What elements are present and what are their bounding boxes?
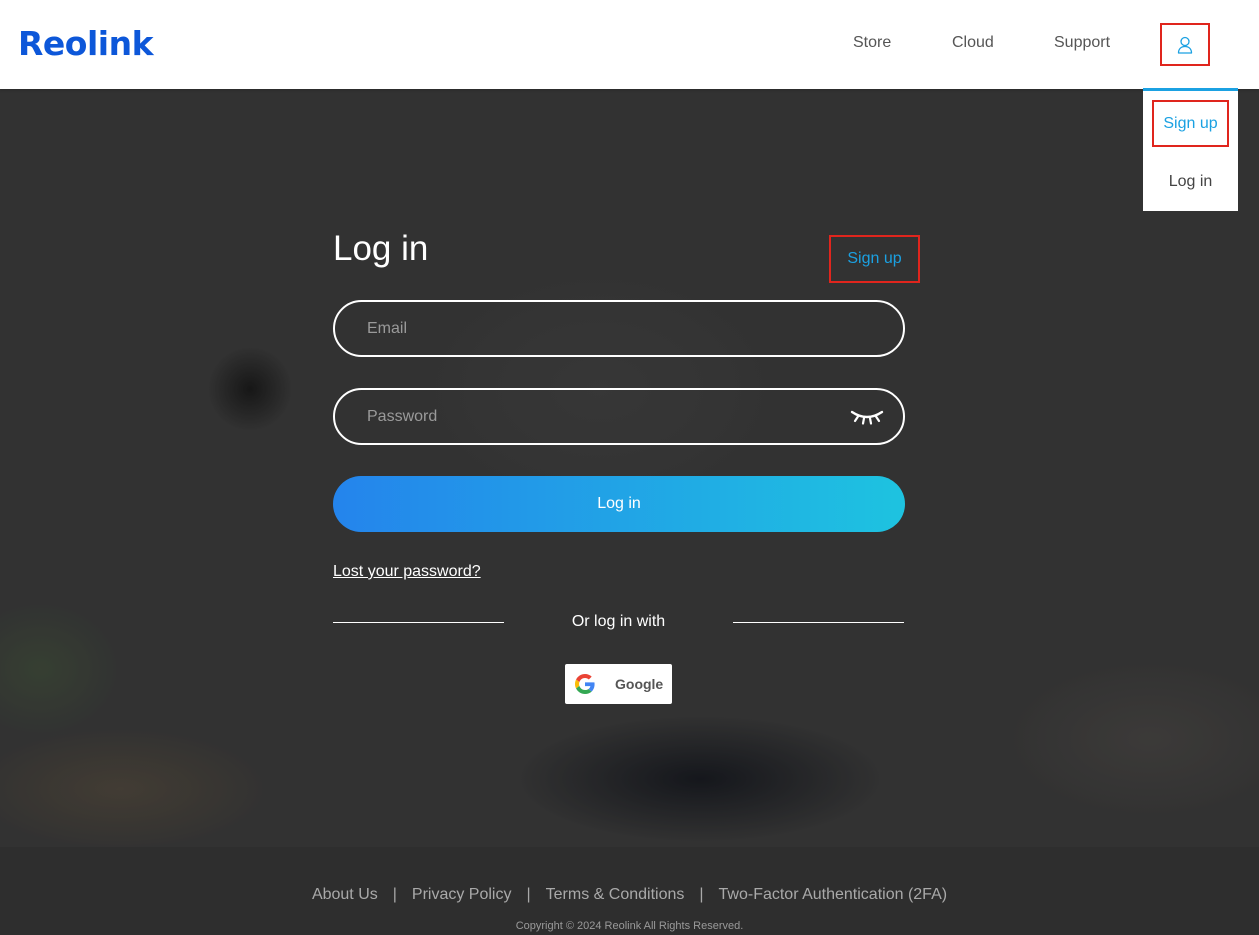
eye-closed-icon[interactable] — [849, 404, 885, 428]
google-icon — [575, 674, 595, 694]
email-input[interactable] — [367, 302, 847, 355]
copyright-text: Copyright © 2024 Reolink All Rights Rese… — [515, 920, 744, 932]
footer-separator: | — [392, 886, 397, 903]
footer-about-us-link[interactable]: About Us — [312, 886, 378, 904]
lost-password-link[interactable]: Lost your password? — [333, 563, 481, 581]
footer-terms-link[interactable]: Terms & Conditions — [546, 886, 685, 904]
google-login-button[interactable]: Google — [565, 664, 672, 704]
user-icon — [1177, 36, 1193, 54]
or-login-with-text: Or log in with — [571, 613, 666, 630]
hero-background — [0, 89, 1259, 847]
footer-2fa-link[interactable]: Two-Factor Authentication (2FA) — [719, 886, 948, 904]
login-button[interactable]: Log in — [333, 476, 905, 532]
password-field — [333, 388, 905, 445]
reolink-logo[interactable]: Reolink — [18, 24, 154, 63]
nav-support[interactable]: Support — [1054, 34, 1110, 52]
footer-privacy-policy-link[interactable]: Privacy Policy — [412, 886, 512, 904]
nav-cloud[interactable]: Cloud — [952, 34, 994, 52]
user-account-button[interactable] — [1160, 23, 1210, 66]
login-title: Log in — [333, 229, 429, 268]
footer-separator: | — [526, 886, 531, 903]
signup-link[interactable]: Sign up — [829, 235, 920, 283]
site-footer: About Us | Privacy Policy | Terms & Cond… — [0, 847, 1259, 935]
google-label: Google — [615, 676, 664, 692]
divider-left — [333, 622, 504, 623]
email-field — [333, 300, 905, 357]
footer-links: About Us | Privacy Policy | Terms & Cond… — [0, 886, 1259, 904]
password-input[interactable] — [367, 390, 847, 443]
dropdown-signup-link[interactable]: Sign up — [1152, 100, 1229, 147]
account-dropdown: Sign up Log in — [1143, 88, 1238, 211]
site-header: Reolink Store Cloud Support — [0, 0, 1259, 89]
nav-store[interactable]: Store — [853, 34, 891, 52]
footer-separator: | — [699, 886, 704, 903]
dropdown-login-link[interactable]: Log in — [1143, 173, 1238, 191]
divider-right — [733, 622, 904, 623]
hero-overlay — [0, 89, 1259, 847]
